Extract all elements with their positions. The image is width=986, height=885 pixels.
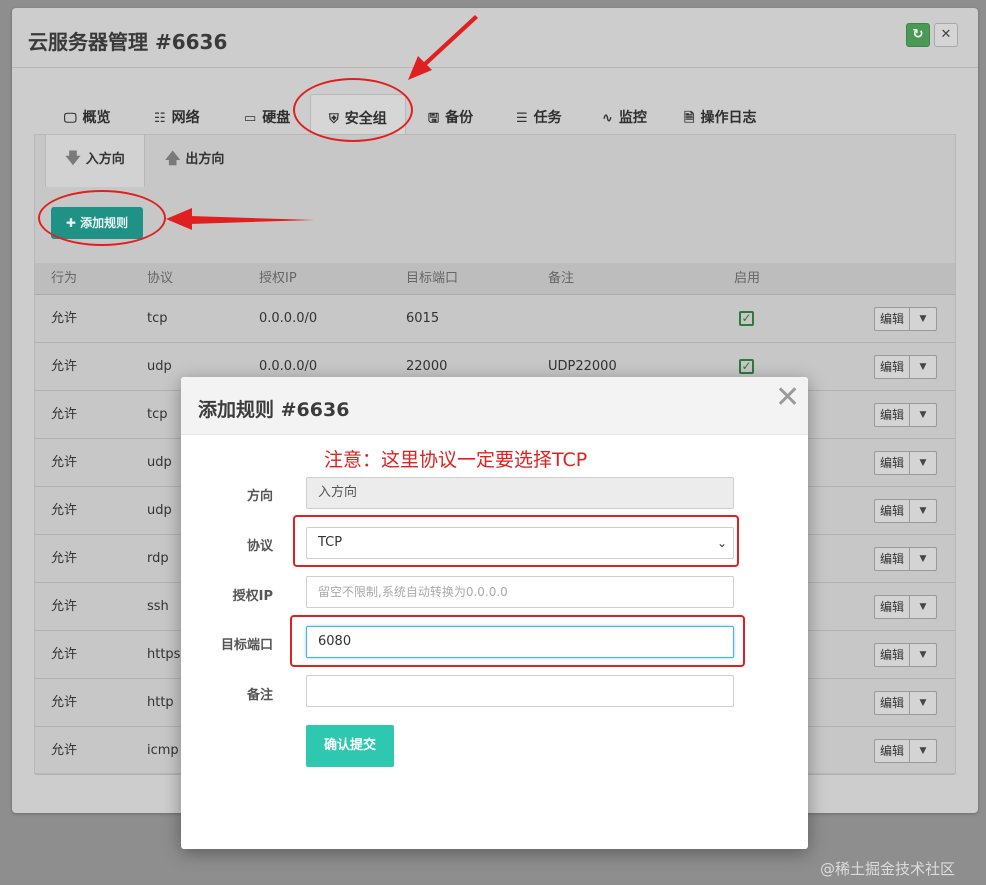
authorized-ip-input[interactable]: 留空不限制,系统自动转换为0.0.0.0 <box>306 576 734 608</box>
direction-field: 入方向 <box>306 477 734 509</box>
modal-title: 添加规则 #6636 <box>198 399 350 421</box>
remark-input[interactable] <box>306 675 734 707</box>
annotation-box-protocol <box>293 515 739 567</box>
add-rule-modal: 添加规则 #6636 ✕ 注意：这里协议一定要选择TCP 方向 入方向 协议 T… <box>181 377 808 849</box>
port-label: 目标端口 <box>220 638 273 653</box>
arrow-to-add-rule <box>166 208 314 230</box>
direction-label: 方向 <box>246 489 273 504</box>
annotation-note: 注意：这里协议一定要选择TCP <box>324 449 588 471</box>
close-icon[interactable]: ✕ <box>775 383 800 413</box>
protocol-label: 协议 <box>246 539 273 554</box>
modal-header: 添加规则 #6636 ✕ <box>181 377 808 435</box>
annotation-box-port <box>290 615 745 667</box>
arrow-to-security-tab <box>408 15 478 80</box>
submit-button[interactable]: 确认提交 <box>306 725 394 767</box>
watermark: @稀土掘金技术社区 <box>820 860 956 878</box>
remark-label: 备注 <box>246 688 273 703</box>
ip-label: 授权IP <box>232 589 273 604</box>
